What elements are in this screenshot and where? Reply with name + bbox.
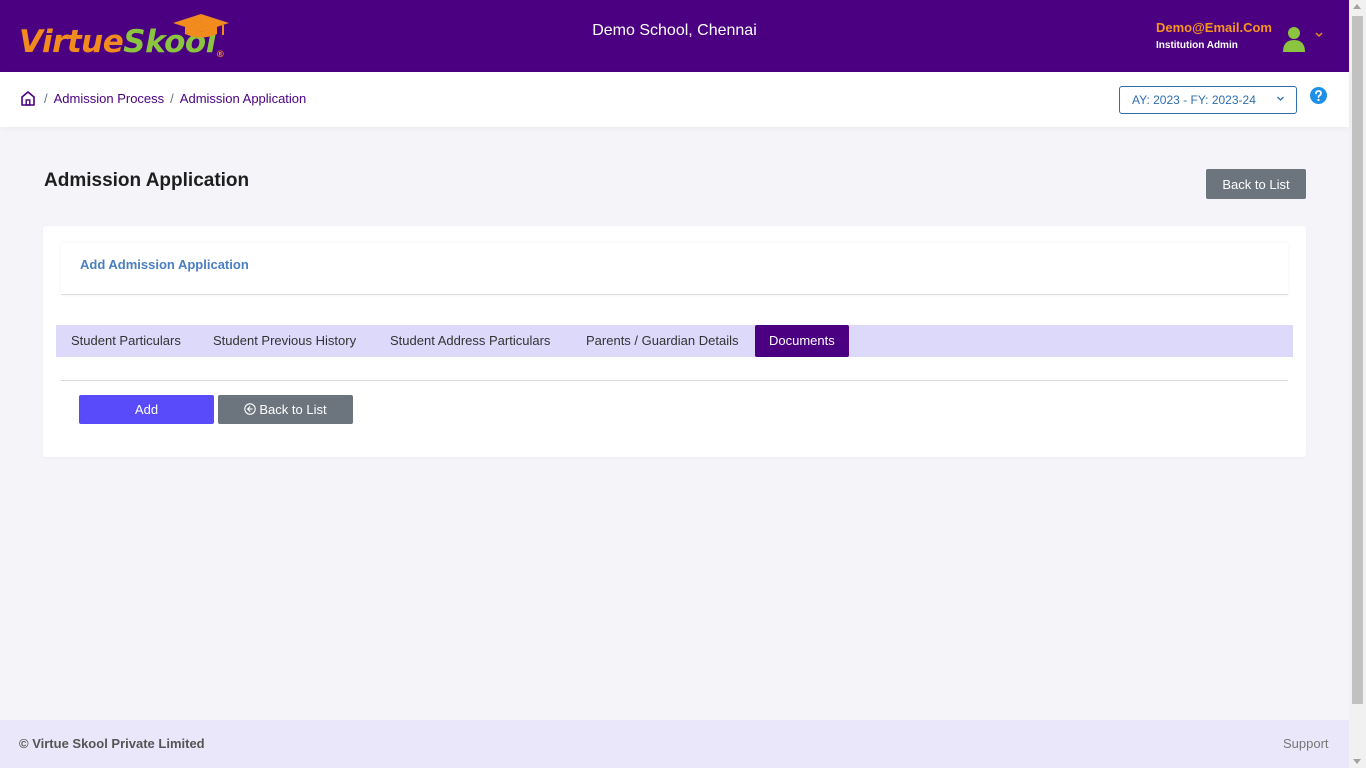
logo-registered-mark: ®	[215, 50, 225, 60]
scroll-down-arrow-icon[interactable]	[1353, 759, 1361, 764]
breadcrumb-separator: /	[170, 91, 174, 106]
breadcrumb: / Admission Process / Admission Application	[44, 91, 306, 106]
back-to-list-form-button[interactable]: Back to List	[218, 395, 353, 424]
page-title: Admission Application	[44, 170, 250, 191]
home-icon[interactable]	[20, 90, 36, 107]
user-role: Institution Admin	[1156, 40, 1238, 51]
footer-copyright: © Virtue Skool Private Limited	[19, 736, 205, 751]
divider	[61, 380, 1288, 381]
back-to-list-button[interactable]: Back to List	[1206, 169, 1306, 199]
scroll-up-arrow-icon[interactable]	[1353, 4, 1361, 9]
tab-student-previous-history[interactable]: Student Previous History	[213, 325, 356, 357]
breadcrumb-item-admission-application[interactable]: Admission Application	[180, 91, 306, 106]
user-avatar-icon[interactable]	[1282, 25, 1306, 53]
breadcrumb-separator: /	[44, 91, 48, 106]
page-scrollbar[interactable]	[1349, 0, 1366, 768]
question-circle-icon[interactable]	[1310, 87, 1327, 104]
footer-support-link[interactable]: Support	[1283, 736, 1329, 751]
academic-year-select[interactable]: AY: 2023 - FY: 2023-24	[1119, 86, 1297, 114]
user-email: Demo@Email.Com	[1156, 20, 1272, 35]
arrow-left-circle-icon	[244, 403, 257, 415]
chevron-down-icon[interactable]	[1314, 30, 1324, 40]
school-name: Demo School, Chennai	[592, 22, 757, 39]
add-button[interactable]: Add	[79, 395, 214, 424]
tab-parents-guardian-details[interactable]: Parents / Guardian Details	[586, 325, 738, 357]
back-to-list-label: Back to List	[259, 402, 327, 417]
user-info[interactable]: Demo@Email.Com Institution Admin	[1156, 20, 1272, 51]
chevron-down-icon	[1277, 96, 1284, 101]
breadcrumb-item-admission-process[interactable]: Admission Process	[54, 91, 165, 106]
tab-documents[interactable]: Documents	[755, 325, 849, 357]
scroll-thumb[interactable]	[1352, 16, 1363, 704]
top-header: VirtueSkool® Demo School, Chennai Demo@E…	[0, 0, 1349, 72]
tab-student-address-particulars[interactable]: Student Address Particulars	[390, 325, 550, 357]
tab-student-particulars[interactable]: Student Particulars	[71, 325, 181, 357]
card-title: Add Admission Application	[80, 257, 249, 272]
